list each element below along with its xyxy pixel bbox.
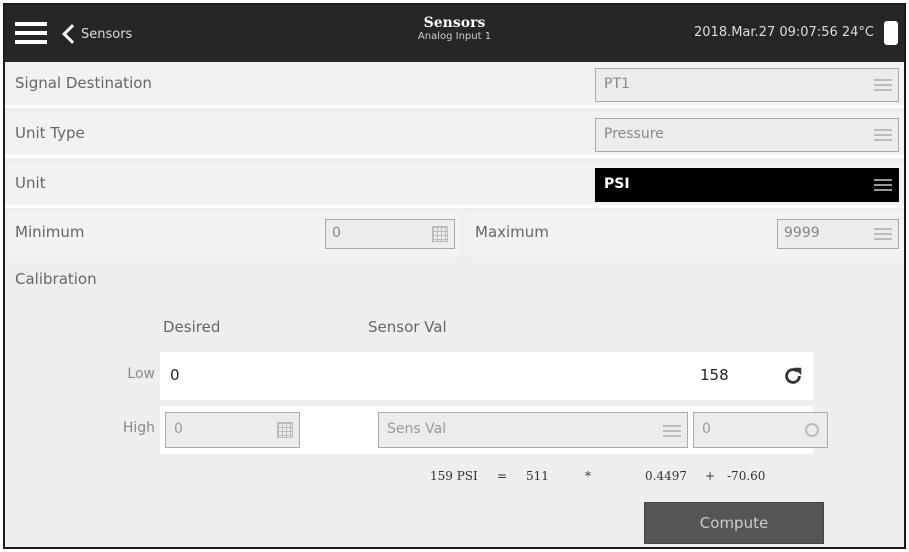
minimum-cell: Minimum 0 xyxy=(5,211,461,257)
formula-times: * xyxy=(585,469,591,483)
low-calibration-row[interactable]: 0 158 xyxy=(160,352,813,400)
header-bar: Sensors Sensors Analog Input 1 2018.Mar.… xyxy=(5,5,904,62)
back-label: Sensors xyxy=(81,26,133,42)
compute-button[interactable]: Compute xyxy=(644,502,824,544)
keypad-icon xyxy=(432,226,448,242)
formula-equals: = xyxy=(497,469,508,483)
formula-plus: + xyxy=(705,469,716,483)
maximum-cell: Maximum 9999 xyxy=(465,211,904,257)
datetime-readout: 2018.Mar.27 09:07:56 24°C xyxy=(694,25,874,40)
high-desired-input[interactable]: 0 xyxy=(165,412,300,448)
high-calibration-row: 0 Sens Val 0 xyxy=(160,406,828,454)
maximum-value: 9999 xyxy=(784,225,820,241)
unit-value: PSI xyxy=(604,176,630,192)
high-sensor-value: 0 xyxy=(702,421,711,437)
battery-icon xyxy=(884,21,898,45)
high-label: High xyxy=(122,420,155,436)
signal-destination-select[interactable]: PT1 xyxy=(595,68,899,102)
list-icon xyxy=(874,77,892,93)
app-frame: Sensors Sensors Analog Input 1 2018.Mar.… xyxy=(3,3,906,549)
refresh-icon[interactable] xyxy=(805,423,819,437)
unit-label: Unit xyxy=(15,174,46,192)
unit-type-select[interactable]: Pressure xyxy=(595,118,899,152)
formula-result: 159 PSI xyxy=(430,469,478,483)
min-max-row: Minimum 0 Maximum 9999 xyxy=(5,211,904,261)
high-desired-value: 0 xyxy=(174,421,183,437)
back-button[interactable]: Sensors xyxy=(61,23,132,45)
signal-destination-label: Signal Destination xyxy=(15,74,152,92)
unit-type-label: Unit Type xyxy=(15,124,85,142)
unit-row: Unit PSI xyxy=(5,162,904,208)
high-sensor-input[interactable]: 0 xyxy=(693,412,828,448)
low-desired-value: 0 xyxy=(170,366,180,384)
unit-type-row: Unit Type Pressure xyxy=(5,112,904,158)
formula-gain: 0.4497 xyxy=(645,469,687,483)
low-label: Low xyxy=(127,366,155,382)
refresh-icon[interactable] xyxy=(782,365,804,387)
minimum-label: Minimum xyxy=(15,223,85,241)
list-icon xyxy=(874,226,892,242)
desired-column-header: Desired xyxy=(163,318,221,336)
maximum-input[interactable]: 9999 xyxy=(777,219,899,249)
signal-destination-value: PT1 xyxy=(604,76,630,92)
chevron-left-icon xyxy=(62,24,82,44)
minimum-value: 0 xyxy=(332,225,341,241)
low-sensor-value: 158 xyxy=(700,366,729,384)
keypad-icon xyxy=(277,422,293,438)
formula-offset: -70.60 xyxy=(727,469,766,483)
signal-destination-row: Signal Destination PT1 xyxy=(5,62,904,108)
unit-type-value: Pressure xyxy=(604,126,664,142)
maximum-label: Maximum xyxy=(475,223,549,241)
formula-raw: 511 xyxy=(526,469,549,483)
sensor-val-column-header: Sensor Val xyxy=(368,318,447,336)
high-sensor-select-value: Sens Val xyxy=(387,421,447,437)
list-icon xyxy=(663,423,681,439)
high-sensor-select[interactable]: Sens Val xyxy=(378,412,688,448)
hamburger-menu-icon[interactable] xyxy=(15,22,47,44)
list-icon xyxy=(874,127,892,143)
list-icon xyxy=(874,177,892,193)
minimum-input[interactable]: 0 xyxy=(325,219,455,249)
unit-select[interactable]: PSI xyxy=(595,168,899,202)
settings-panel: Signal Destination PT1 Unit Type Pressur… xyxy=(5,62,904,547)
calibration-heading: Calibration xyxy=(15,270,97,288)
